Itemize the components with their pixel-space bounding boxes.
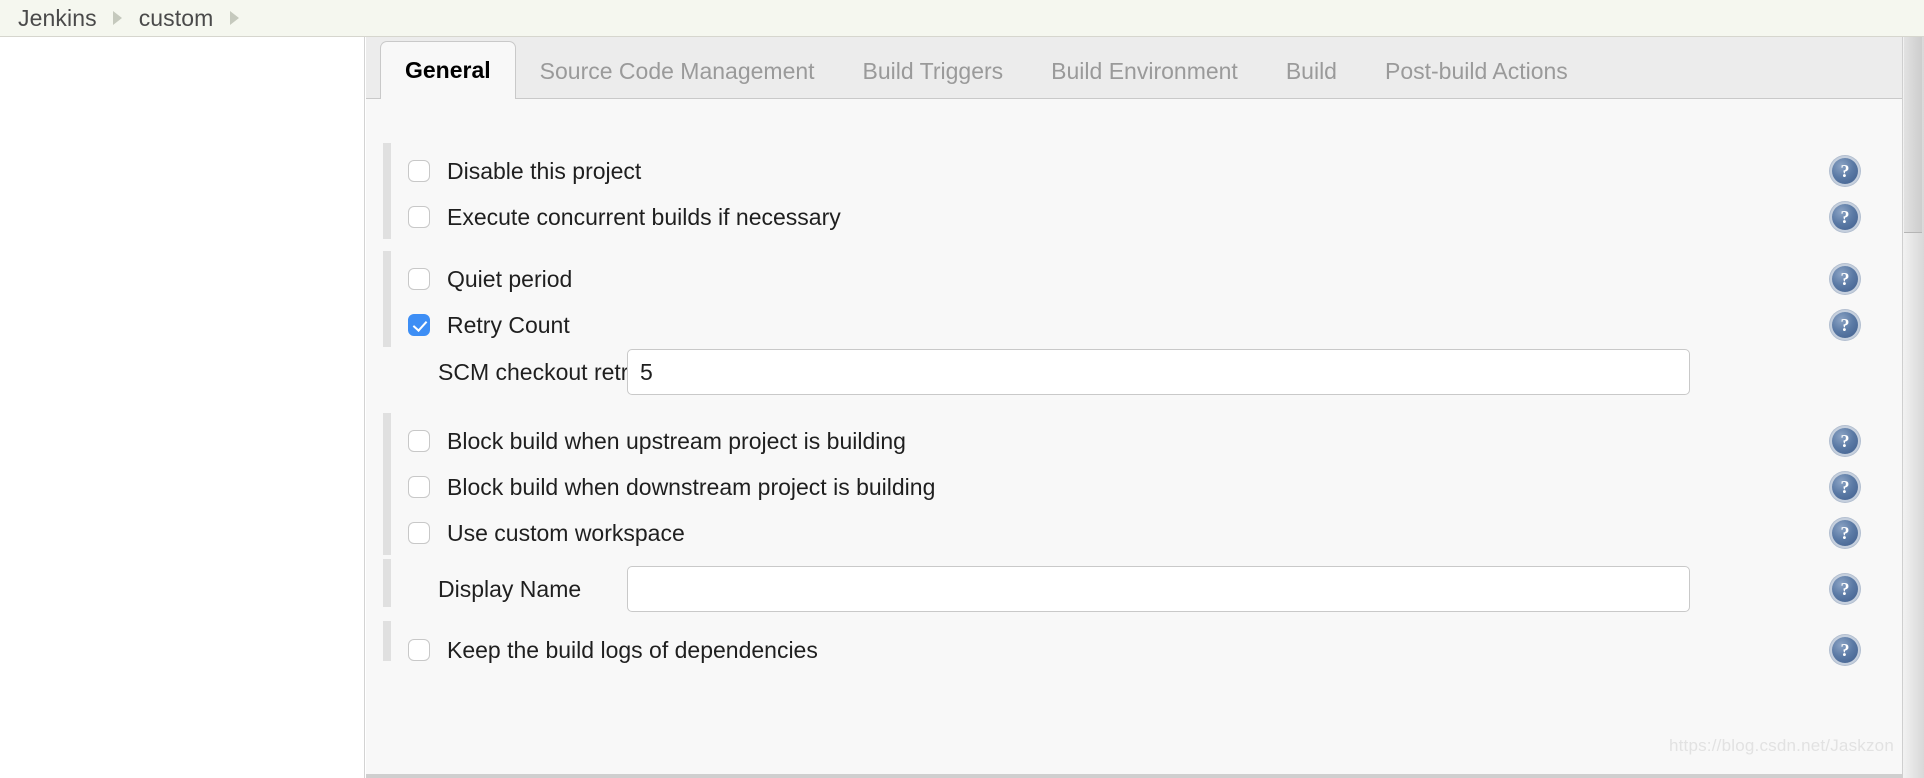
checkbox-keep-build-logs-dependencies[interactable] [408, 639, 430, 661]
help-question-icon[interactable]: ? [1832, 637, 1858, 663]
help-glyph: ? [1840, 476, 1850, 497]
help-question-icon[interactable]: ? [1832, 576, 1858, 602]
help-glyph: ? [1840, 578, 1850, 599]
vertical-scrollbar[interactable] [1902, 37, 1924, 778]
config-row-use-custom-workspace: Use custom workspace? [366, 510, 1902, 556]
checkbox-row-use-custom-workspace[interactable]: Use custom workspace [408, 520, 685, 547]
input-scm-checkout-retry-count[interactable] [627, 349, 1690, 395]
help-glyph: ? [1840, 430, 1850, 451]
config-rows: Disable this project? Execute concurrent … [366, 99, 1902, 778]
checkbox-execute-concurrent-builds[interactable] [408, 206, 430, 228]
chevron-right-icon [221, 0, 247, 37]
left-gutter [0, 37, 365, 778]
config-row-disable-this-project: Disable this project? [366, 148, 1902, 194]
tab-source-code-management[interactable]: Source Code Management [516, 43, 839, 99]
tab-general[interactable]: General [380, 41, 516, 99]
help-question-icon[interactable]: ? [1832, 266, 1858, 292]
chevron-right-icon [105, 0, 131, 37]
checkbox-disable-this-project[interactable] [408, 160, 430, 182]
checkbox-use-custom-workspace[interactable] [408, 522, 430, 544]
watermark: https://blog.csdn.net/Jaskzon [1668, 736, 1894, 755]
config-row-quiet-period: Quiet period? [366, 256, 1902, 302]
checkbox-label-retry-count: Retry Count [447, 311, 570, 338]
checkbox-row-execute-concurrent-builds[interactable]: Execute concurrent builds if necessary [408, 204, 841, 231]
help-glyph: ? [1840, 639, 1850, 660]
config-row-keep-build-logs-dependencies: Keep the build logs of dependencies? [366, 627, 1902, 673]
checkbox-retry-count[interactable] [408, 314, 430, 336]
config-tab-bar: General Source Code Management Build Trigg… [366, 37, 1902, 99]
help-question-icon[interactable]: ? [1832, 204, 1858, 230]
help-glyph: ? [1840, 160, 1850, 181]
config-row-retry-count: Retry Count? [366, 302, 1902, 348]
input-display-name[interactable] [627, 566, 1690, 612]
scrollbar-thumb[interactable] [1904, 37, 1922, 233]
checkbox-label-block-build-upstream: Block build when upstream project is bui… [447, 427, 906, 454]
config-row-block-build-upstream: Block build when upstream project is bui… [366, 418, 1902, 464]
help-glyph: ? [1840, 268, 1850, 289]
tab-build-environment[interactable]: Build Environment [1027, 43, 1262, 99]
config-row-block-build-downstream: Block build when downstream project is b… [366, 464, 1902, 510]
config-row-scm-checkout-retry-count: SCM checkout retry count [366, 349, 1902, 395]
tab-build[interactable]: Build [1262, 43, 1361, 99]
breadcrumb-item-jenkins[interactable]: Jenkins [10, 5, 105, 32]
tab-build-triggers[interactable]: Build Triggers [839, 43, 1028, 99]
config-panel: General Source Code Management Build Trigg… [366, 37, 1902, 778]
checkbox-label-quiet-period: Quiet period [447, 265, 573, 292]
help-glyph: ? [1840, 522, 1850, 543]
checkbox-label-keep-build-logs-dependencies: Keep the build logs of dependencies [447, 636, 818, 663]
help-glyph: ? [1840, 206, 1850, 227]
field-label-display-name: Display Name [438, 575, 582, 602]
checkbox-row-disable-this-project[interactable]: Disable this project [408, 158, 641, 185]
checkbox-quiet-period[interactable] [408, 268, 430, 290]
jenkins-job-config-page: Jenkins custom General Source Code Managem… [0, 0, 1924, 778]
checkbox-block-build-upstream[interactable] [408, 430, 430, 452]
checkbox-label-block-build-downstream: Block build when downstream project is b… [447, 473, 936, 500]
breadcrumb: Jenkins custom [0, 0, 1924, 37]
help-glyph: ? [1840, 314, 1850, 335]
panel-bottom-edge [366, 774, 1902, 778]
help-question-icon[interactable]: ? [1832, 158, 1858, 184]
checkbox-row-block-build-downstream[interactable]: Block build when downstream project is b… [408, 474, 935, 501]
checkbox-row-keep-build-logs-dependencies[interactable]: Keep the build logs of dependencies [408, 637, 818, 664]
checkbox-label-disable-this-project: Disable this project [447, 157, 642, 184]
checkbox-label-execute-concurrent-builds: Execute concurrent builds if necessary [447, 203, 841, 230]
breadcrumb-item-custom[interactable]: custom [131, 5, 222, 32]
checkbox-block-build-downstream[interactable] [408, 476, 430, 498]
config-row-display-name: Display Name? [366, 566, 1902, 612]
help-question-icon[interactable]: ? [1832, 312, 1858, 338]
checkbox-row-block-build-upstream[interactable]: Block build when upstream project is bui… [408, 428, 906, 455]
help-question-icon[interactable]: ? [1832, 474, 1858, 500]
help-question-icon[interactable]: ? [1832, 428, 1858, 454]
tab-post-build-actions[interactable]: Post-build Actions [1361, 43, 1592, 99]
config-content-general: Disable this project? Execute concurrent … [366, 98, 1902, 778]
checkbox-row-quiet-period[interactable]: Quiet period [408, 266, 572, 293]
config-row-execute-concurrent-builds: Execute concurrent builds if necessary? [366, 194, 1902, 240]
help-question-icon[interactable]: ? [1832, 520, 1858, 546]
checkbox-label-use-custom-workspace: Use custom workspace [447, 519, 685, 546]
checkbox-row-retry-count[interactable]: Retry Count [408, 312, 570, 339]
